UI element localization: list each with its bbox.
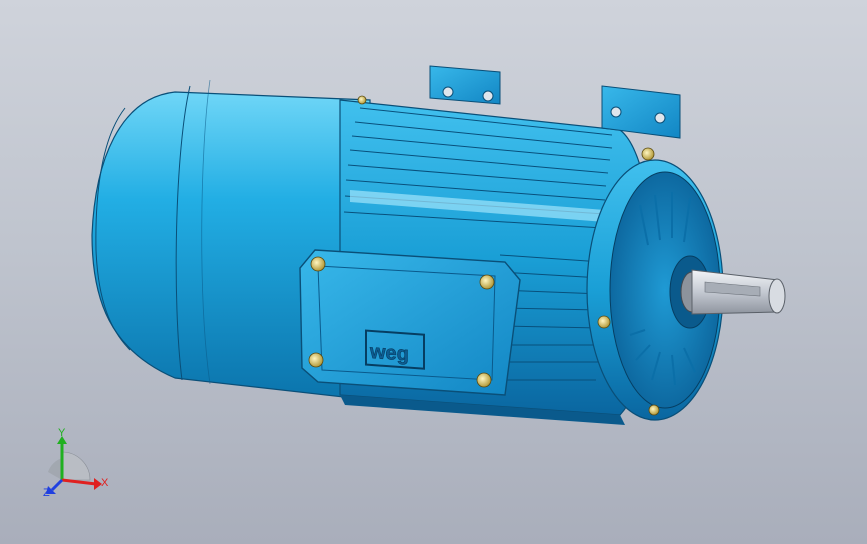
graphics-viewport[interactable]: weg Y X Z: [0, 0, 867, 544]
y-axis-label: Y: [58, 427, 66, 439]
motor-model[interactable]: weg Y X Z: [0, 0, 867, 544]
x-axis-label: X: [101, 477, 109, 489]
axis-triad: Y X Z: [43, 427, 109, 499]
brand-logo: weg: [369, 341, 409, 366]
motor-shaft: [691, 269, 786, 315]
mounting-foot-left: [429, 65, 501, 105]
z-axis-label: Z: [43, 487, 50, 499]
